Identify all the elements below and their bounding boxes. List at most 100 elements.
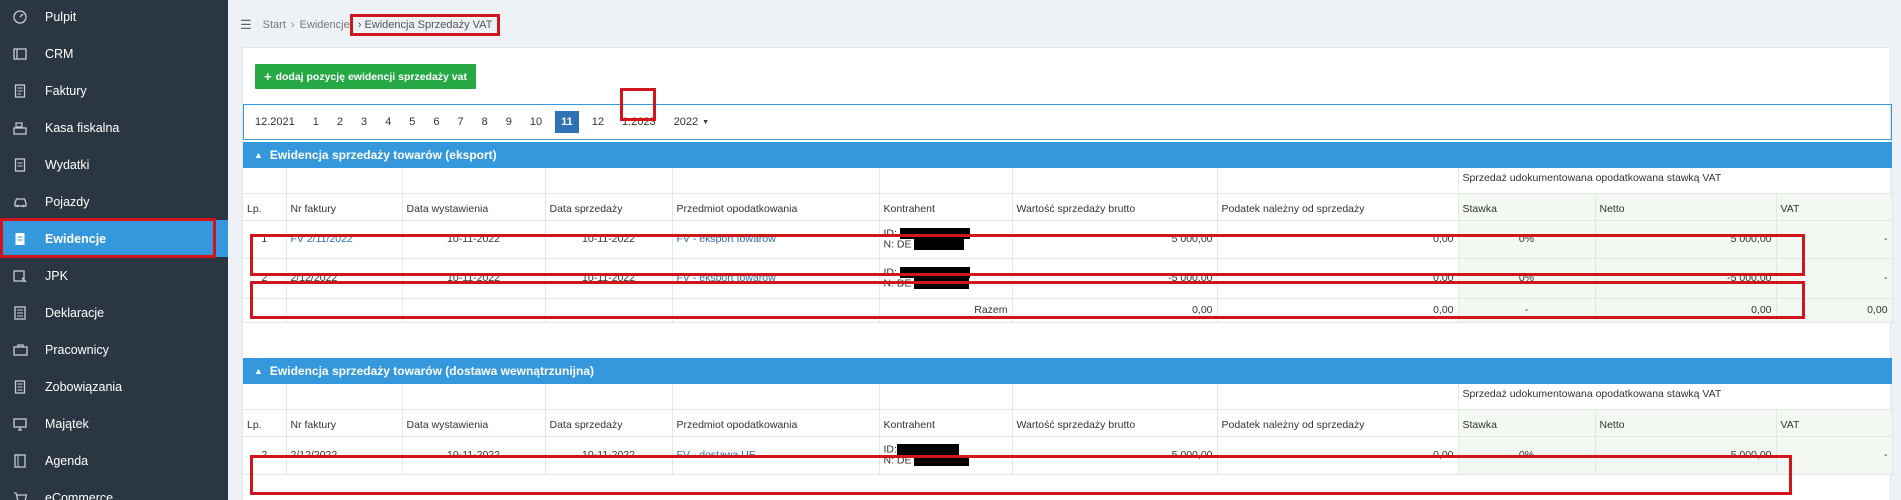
col-netto: Netto [1595,193,1777,221]
add-record-button[interactable]: + dodaj pozycję ewidencji sprzedaży vat [255,64,476,89]
cell-vat: - [1776,436,1893,475]
chevron-up-icon: ▲ [254,366,263,376]
sidebar-item-label: Pracownicy [45,342,109,357]
month-tab[interactable]: 5 [400,111,424,133]
sidebar-item-label: Ewidencje [45,231,107,246]
month-tab[interactable]: 4 [376,111,400,133]
sidebar-item-ecommerce[interactable]: eCommerce [0,479,228,500]
month-tab-active[interactable]: 11 [555,111,579,133]
total-label: Razem [879,298,1013,323]
cell-podatek: 0,00 [1217,220,1459,259]
sidebar-item-crm[interactable]: CRM [0,35,228,72]
sidebar-item-label: Majątek [45,416,89,431]
main-content: ☰ Start › Ewidencje › Ewidencja Sprzedaż… [228,0,1901,500]
cell-nr: 2/12/2022 [286,258,403,299]
subject-link[interactable]: FV - dostawa UE [672,436,880,475]
cell-data-wyst: 10-11-2022 [402,258,546,299]
table-header-group-row: Sprzedaż udokumentowana opodatkowana sta… [243,168,1893,194]
col-podatek: Podatek należny od sprzedaży [1217,409,1459,437]
table-total-row: Razem 0,00 0,00 - 0,00 0,00 [243,298,1893,323]
sidebar-item-majatek[interactable]: Majątek [0,405,228,442]
subject-link[interactable]: FV - eksport towarów [672,220,880,259]
contractor-name-label: N: DE [883,277,912,290]
total-stawka: - [1458,298,1596,323]
cell-stawka: 0% [1458,258,1596,299]
sidebar: Pulpit CRM Faktury Kasa fiskalna Wydatki… [0,0,228,500]
col-data-sprz: Data sprzedaży [545,409,673,437]
col-nr: Nr faktury [286,409,403,437]
sidebar-item-ewidencje[interactable]: Ewidencje [0,220,228,257]
month-tab[interactable]: 10 [521,111,551,133]
subject-link[interactable]: FV - eksport towarów [672,258,880,299]
breadcrumb-ewidencje[interactable]: Ewidencje [300,19,350,31]
col-data-wyst: Data wystawienia [402,409,546,437]
caret-down-icon: ▼ [702,118,710,126]
table-row[interactable]: 2 2/12/2022 10-11-2022 10-11-2022 FV - d… [243,436,1893,475]
month-tab[interactable]: 12.2021 [255,111,304,133]
sidebar-item-label: Deklaracje [45,305,105,320]
sidebar-item-pojazdy[interactable]: Pojazdy [0,183,228,220]
agenda-icon [12,453,28,469]
records-table-eksport: Sprzedaż udokumentowana opodatkowana sta… [243,168,1893,323]
cell-brutto: 5 000,00 [1012,436,1218,475]
plus-icon: + [264,69,272,84]
col-brutto: Wartość sprzedaży brutto [1012,193,1218,221]
cell-data-sprz: 10-11-2022 [545,436,673,475]
sidebar-item-label: Agenda [45,453,89,468]
sidebar-item-zobowiazania[interactable]: Zobowiązania [0,368,228,405]
invoice-link[interactable]: FV 2/11/2022 [286,220,403,259]
section-title: Ewidencja sprzedaży towarów (eksport) [269,148,497,162]
section-header-dostawa-ue[interactable]: ▲ Ewidencja sprzedaży towarów (dostawa w… [243,358,1892,384]
month-tab[interactable]: 1 [304,111,328,133]
col-data-sprz: Data sprzedaży [545,193,673,221]
col-kontrahent: Kontrahent [879,193,1013,221]
month-tab[interactable]: 12 [583,111,613,133]
month-tab[interactable]: 2 [328,111,352,133]
col-lp: Lp. [243,193,287,221]
col-stawka: Stawka [1458,409,1596,437]
month-tab[interactable]: 3 [352,111,376,133]
sidebar-item-label: CRM [45,46,74,61]
cart-icon [12,490,28,500]
sidebar-item-label: JPK [45,268,68,283]
month-tab[interactable]: 6 [424,111,448,133]
breadcrumb-current: › Ewidencja Sprzedaży VAT [349,14,501,36]
month-tab[interactable]: 8 [473,111,497,133]
hamburger-menu-icon[interactable]: ☰ [240,17,252,33]
section-header-eksport[interactable]: ▲ Ewidencja sprzedaży towarów (eksport) [243,142,1892,168]
jpk-icon [12,268,28,284]
cell-lp: 2 [243,436,287,475]
redaction-box [899,227,970,239]
liabilities-icon [12,379,28,395]
cell-kontrahent: ID: N: DE [879,258,1013,299]
year-dropdown[interactable]: 2022 ▼ [665,111,718,133]
contractor-id-label: ID: [883,443,897,455]
sidebar-item-wydatki[interactable]: Wydatki [0,146,228,183]
employees-icon [12,342,28,358]
breadcrumb-current-label: Ewidencja Sprzedaży VAT [364,19,493,31]
table-header-row: Lp. Nr faktury Data wystawienia Data spr… [243,193,1893,221]
section-title: Ewidencja sprzedaży towarów (dostawa wew… [269,364,594,378]
sidebar-item-faktury[interactable]: Faktury [0,72,228,109]
sidebar-item-jpk[interactable]: JPK [0,257,228,294]
sidebar-item-deklaracje[interactable]: Deklaracje [0,294,228,331]
add-record-label: dodaj pozycję ewidencji sprzedaży vat [275,70,467,83]
month-tab[interactable]: 1.2023 [613,111,665,133]
breadcrumb-start[interactable]: Start [263,19,286,31]
sidebar-item-label: eCommerce [45,490,114,500]
table-row[interactable]: 2 2/12/2022 10-11-2022 10-11-2022 FV - e… [243,258,1893,299]
assets-icon [12,416,28,432]
col-przedmiot: Przedmiot opodatkowania [672,193,880,221]
sidebar-item-pracownicy[interactable]: Pracownicy [0,331,228,368]
sidebar-item-pulpit[interactable]: Pulpit [0,0,228,35]
month-selector: 12.2021 1 2 3 4 5 6 7 8 9 10 11 12 1.202… [243,104,1892,140]
cell-netto: 5 000,00 [1595,436,1777,475]
col-nr: Nr faktury [286,193,403,221]
sidebar-item-agenda[interactable]: Agenda [0,442,228,479]
sidebar-item-kasa-fiskalna[interactable]: Kasa fiskalna [0,109,228,146]
contractor-id-label: ID: [883,227,897,239]
month-tab[interactable]: 9 [497,111,521,133]
month-tab[interactable]: 7 [449,111,473,133]
crm-icon [12,46,28,62]
table-row[interactable]: 1 FV 2/11/2022 10-11-2022 10-11-2022 FV … [243,220,1893,259]
